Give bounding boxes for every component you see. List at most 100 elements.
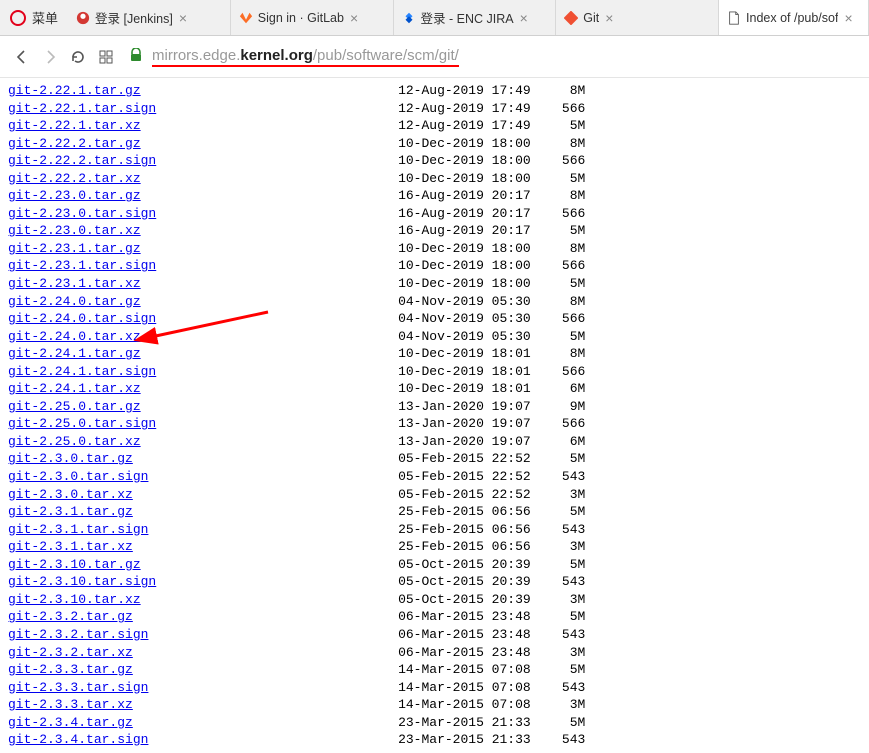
- file-link[interactable]: git-2.3.0.tar.gz: [8, 451, 133, 466]
- listing-row: git-2.3.4.tar.gz 23-Mar-2015 21:33 5M: [8, 714, 861, 732]
- git-icon: [564, 11, 578, 25]
- listing-row: git-2.3.3.tar.gz 14-Mar-2015 07:08 5M: [8, 661, 861, 679]
- file-link[interactable]: git-2.24.1.tar.sign: [8, 364, 156, 379]
- jira-icon: [402, 11, 416, 25]
- listing-row: git-2.3.3.tar.sign 14-Mar-2015 07:08 543: [8, 679, 861, 697]
- address-bar[interactable]: mirrors.edge.kernel.org/pub/software/scm…: [130, 47, 861, 67]
- file-link[interactable]: git-2.3.1.tar.xz: [8, 539, 133, 554]
- file-link[interactable]: git-2.3.2.tar.xz: [8, 645, 133, 660]
- listing-row: git-2.3.1.tar.xz 25-Feb-2015 06:56 3M: [8, 538, 861, 556]
- listing-row: git-2.25.0.tar.gz 13-Jan-2020 19:07 9M: [8, 398, 861, 416]
- listing-row: git-2.23.1.tar.sign 10-Dec-2019 18:00 56…: [8, 257, 861, 275]
- close-icon[interactable]: ×: [844, 11, 852, 25]
- listing-row: git-2.3.0.tar.gz 05-Feb-2015 22:52 5M: [8, 450, 861, 468]
- file-link[interactable]: git-2.3.1.tar.sign: [8, 522, 148, 537]
- toolbar: mirrors.edge.kernel.org/pub/software/scm…: [0, 36, 869, 78]
- file-link[interactable]: git-2.3.3.tar.gz: [8, 662, 133, 677]
- tab-title: Git: [583, 11, 599, 25]
- listing-row: git-2.22.1.tar.gz 12-Aug-2019 17:49 8M: [8, 82, 861, 100]
- file-link[interactable]: git-2.3.0.tar.xz: [8, 487, 133, 502]
- reload-icon: [70, 49, 86, 65]
- jenkins-icon: [76, 11, 90, 25]
- back-button[interactable]: [8, 43, 36, 71]
- file-link[interactable]: git-2.24.0.tar.xz: [8, 329, 141, 344]
- listing-row: git-2.25.0.tar.xz 13-Jan-2020 19:07 6M: [8, 433, 861, 451]
- chevron-right-icon: [42, 49, 58, 65]
- file-link[interactable]: git-2.3.1.tar.gz: [8, 504, 133, 519]
- listing-row: git-2.3.10.tar.xz 05-Oct-2015 20:39 3M: [8, 591, 861, 609]
- listing-row: git-2.22.2.tar.gz 10-Dec-2019 18:00 8M: [8, 135, 861, 153]
- tab-title: 登录 - ENC JIRA: [421, 8, 514, 27]
- close-icon[interactable]: ×: [179, 11, 187, 25]
- listing-row: git-2.23.0.tar.sign 16-Aug-2019 20:17 56…: [8, 205, 861, 223]
- browser-tab[interactable]: 登录 - ENC JIRA ×: [394, 0, 557, 35]
- listing-row: git-2.23.1.tar.gz 10-Dec-2019 18:00 8M: [8, 240, 861, 258]
- listing-row: git-2.22.1.tar.sign 12-Aug-2019 17:49 56…: [8, 100, 861, 118]
- file-link[interactable]: git-2.22.2.tar.sign: [8, 153, 156, 168]
- file-link[interactable]: git-2.23.0.tar.gz: [8, 188, 141, 203]
- tab-title: 登录 [Jenkins]: [95, 8, 173, 27]
- listing-row: git-2.24.0.tar.gz 04-Nov-2019 05:30 8M: [8, 293, 861, 311]
- listing-row: git-2.3.2.tar.sign 06-Mar-2015 23:48 543: [8, 626, 861, 644]
- browser-tab[interactable]: Git ×: [556, 0, 719, 35]
- file-link[interactable]: git-2.23.1.tar.sign: [8, 258, 156, 273]
- file-link[interactable]: git-2.3.0.tar.sign: [8, 469, 148, 484]
- tab-title: Index of /pub/sof: [746, 11, 838, 25]
- file-icon: [727, 11, 741, 25]
- file-link[interactable]: git-2.25.0.tar.sign: [8, 416, 156, 431]
- file-link[interactable]: git-2.3.10.tar.xz: [8, 592, 141, 607]
- file-link[interactable]: git-2.23.0.tar.sign: [8, 206, 156, 221]
- close-icon[interactable]: ×: [605, 11, 613, 25]
- listing-row: git-2.3.1.tar.sign 25-Feb-2015 06:56 543: [8, 521, 861, 539]
- file-link[interactable]: git-2.24.1.tar.gz: [8, 346, 141, 361]
- file-link[interactable]: git-2.23.0.tar.xz: [8, 223, 141, 238]
- file-link[interactable]: git-2.25.0.tar.gz: [8, 399, 141, 414]
- file-link[interactable]: git-2.24.1.tar.xz: [8, 381, 141, 396]
- file-link[interactable]: git-2.3.3.tar.sign: [8, 680, 148, 695]
- listing-row: git-2.24.0.tar.sign 04-Nov-2019 05:30 56…: [8, 310, 861, 328]
- listing-row: git-2.3.0.tar.xz 05-Feb-2015 22:52 3M: [8, 486, 861, 504]
- listing-row: git-2.24.0.tar.xz 04-Nov-2019 05:30 5M: [8, 328, 861, 346]
- opera-menu-button[interactable]: 菜单: [0, 0, 68, 35]
- gitlab-icon: [239, 11, 253, 25]
- file-link[interactable]: git-2.23.1.tar.xz: [8, 276, 141, 291]
- file-link[interactable]: git-2.25.0.tar.xz: [8, 434, 141, 449]
- url-text: mirrors.edge.kernel.org/pub/software/scm…: [152, 47, 459, 67]
- browser-tab[interactable]: Sign in · GitLab×: [231, 0, 394, 35]
- listing-row: git-2.3.3.tar.xz 14-Mar-2015 07:08 3M: [8, 696, 861, 714]
- file-link[interactable]: git-2.23.1.tar.gz: [8, 241, 141, 256]
- file-link[interactable]: git-2.3.10.tar.sign: [8, 574, 156, 589]
- listing-row: git-2.3.2.tar.xz 06-Mar-2015 23:48 3M: [8, 644, 861, 662]
- listing-row: git-2.22.1.tar.xz 12-Aug-2019 17:49 5M: [8, 117, 861, 135]
- file-link[interactable]: git-2.3.10.tar.gz: [8, 557, 141, 572]
- reload-button[interactable]: [64, 43, 92, 71]
- speed-dial-button[interactable]: [92, 43, 120, 71]
- file-link[interactable]: git-2.3.3.tar.xz: [8, 697, 133, 712]
- file-link[interactable]: git-2.22.2.tar.xz: [8, 171, 141, 186]
- directory-listing: git-2.22.1.tar.gz 12-Aug-2019 17:49 8Mgi…: [0, 78, 869, 753]
- file-link[interactable]: git-2.22.1.tar.xz: [8, 118, 141, 133]
- lock-icon: [130, 48, 142, 65]
- grid-icon: [98, 49, 114, 65]
- listing-row: git-2.25.0.tar.sign 13-Jan-2020 19:07 56…: [8, 415, 861, 433]
- listing-row: git-2.3.2.tar.gz 06-Mar-2015 23:48 5M: [8, 608, 861, 626]
- file-link[interactable]: git-2.3.2.tar.sign: [8, 627, 148, 642]
- file-link[interactable]: git-2.22.1.tar.sign: [8, 101, 156, 116]
- opera-icon: [10, 10, 26, 26]
- chevron-left-icon: [14, 49, 30, 65]
- browser-tab[interactable]: Index of /pub/sof ×: [719, 0, 869, 35]
- file-link[interactable]: git-2.22.1.tar.gz: [8, 83, 141, 98]
- forward-button[interactable]: [36, 43, 64, 71]
- file-link[interactable]: git-2.3.4.tar.sign: [8, 732, 148, 747]
- browser-tab[interactable]: 登录 [Jenkins] ×: [68, 0, 231, 35]
- listing-row: git-2.22.2.tar.xz 10-Dec-2019 18:00 5M: [8, 170, 861, 188]
- file-link[interactable]: git-2.24.0.tar.gz: [8, 294, 141, 309]
- file-link[interactable]: git-2.3.4.tar.gz: [8, 715, 133, 730]
- close-icon[interactable]: ×: [520, 11, 528, 25]
- close-icon[interactable]: ×: [350, 11, 358, 25]
- listing-row: git-2.3.1.tar.gz 25-Feb-2015 06:56 5M: [8, 503, 861, 521]
- listing-row: git-2.3.10.tar.sign 05-Oct-2015 20:39 54…: [8, 573, 861, 591]
- file-link[interactable]: git-2.24.0.tar.sign: [8, 311, 156, 326]
- file-link[interactable]: git-2.3.2.tar.gz: [8, 609, 133, 624]
- file-link[interactable]: git-2.22.2.tar.gz: [8, 136, 141, 151]
